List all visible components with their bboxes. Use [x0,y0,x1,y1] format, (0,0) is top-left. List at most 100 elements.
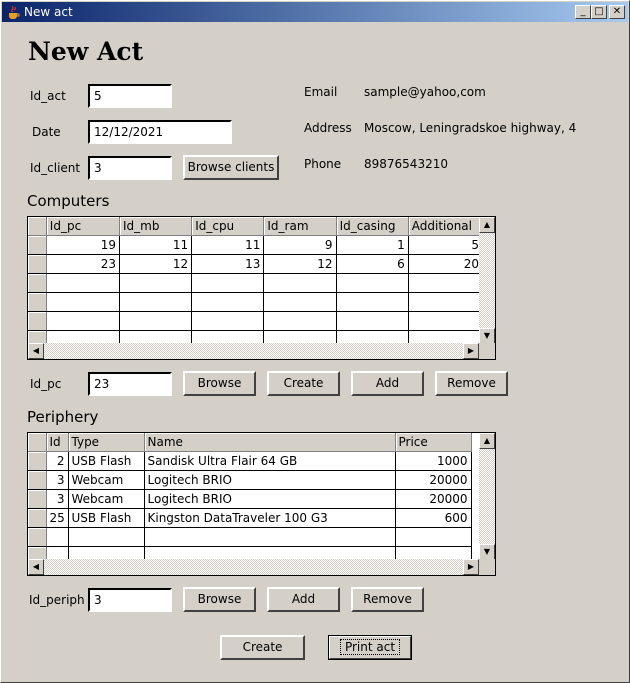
table-cell[interactable]: 3 [46,470,69,490]
row-header[interactable] [28,489,47,509]
remove-pc-button[interactable]: Remove [435,371,508,396]
browse-periph-button[interactable]: Browse [183,587,256,612]
scroll-right-icon[interactable]: ▶ [463,343,479,359]
row-header[interactable] [28,508,47,528]
table-cell[interactable]: 3 [46,489,69,509]
table-cell[interactable]: Webcam [68,470,145,490]
id-act-field[interactable]: 5 [88,84,172,108]
table-cell[interactable]: 1 [336,235,409,255]
close-button[interactable]: ✕ [609,5,625,19]
print-act-button[interactable]: Print act [328,635,412,660]
table-cell[interactable]: 6 [336,254,409,274]
id-pc-field[interactable]: 23 [88,372,172,396]
table-row-empty[interactable] [28,527,472,547]
table-row[interactable]: 3 Webcam Logitech BRIO 20000 [28,489,472,509]
table-cell[interactable]: Webcam [68,489,145,509]
scroll-right-icon[interactable]: ▶ [463,559,479,575]
table-cell[interactable]: 20 [408,254,484,274]
id-client-label: Id_client [30,161,81,175]
create-pc-button[interactable]: Create [267,371,340,396]
scroll-corner [479,559,495,575]
computers-table[interactable]: Id_pc Id_mb Id_cpu Id_ram Id_casing Addi… [27,216,496,360]
table-cell[interactable]: 20000 [395,489,472,509]
new-act-window: New act _ □ ✕ New Act Id_act 5 Date 12/1… [0,0,630,683]
table-row[interactable]: 23 12 13 12 6 20 [28,254,484,274]
periphery-table[interactable]: Id Type Name Price 2 USB Flash Sandisk U… [27,432,496,576]
column-header[interactable]: Additional [408,217,484,236]
date-field[interactable]: 12/12/2021 [88,120,232,144]
table-cell[interactable]: 19 [46,235,121,255]
row-header[interactable] [28,470,47,490]
column-header[interactable]: Id_cpu [191,217,265,236]
periphery-horizontal-scrollbar[interactable]: ◀ ▶ [28,559,479,575]
table-row[interactable]: 25 USB Flash Kingston DataTraveler 100 G… [28,508,472,528]
close-icon: ✕ [612,6,622,17]
table-cell[interactable]: USB Flash [68,451,145,471]
row-header-corner [28,433,47,452]
computers-section-title: Computers [27,192,110,210]
browse-pc-button[interactable]: Browse [183,371,256,396]
table-cell[interactable]: 2 [46,451,69,471]
table-cell[interactable]: 9 [263,235,337,255]
scroll-down-icon[interactable]: ▼ [479,328,495,344]
table-cell[interactable]: USB Flash [68,508,145,528]
table-row-empty[interactable] [28,311,484,331]
table-row-empty[interactable] [28,292,484,312]
table-cell[interactable]: Sandisk Ultra Flair 64 GB [144,451,396,471]
scroll-left-icon[interactable]: ◀ [28,343,44,359]
title-bar[interactable]: New act _ □ ✕ [2,2,628,22]
scroll-left-icon[interactable]: ◀ [28,559,44,575]
scroll-up-icon[interactable]: ▲ [479,217,495,233]
column-header[interactable]: Id_ram [263,217,337,236]
id-client-field[interactable]: 3 [88,156,172,180]
table-row[interactable]: 19 11 11 9 1 5 [28,235,484,255]
table-cell[interactable]: 13 [191,254,265,274]
date-label: Date [32,125,61,139]
table-cell[interactable]: Kingston DataTraveler 100 G3 [144,508,396,528]
row-header[interactable] [28,254,47,274]
column-header[interactable]: Type [68,433,145,452]
table-cell[interactable]: Logitech BRIO [144,489,396,509]
table-cell[interactable]: 12 [119,254,193,274]
scroll-up-icon[interactable]: ▲ [479,433,495,449]
phone-label: Phone [304,157,342,171]
id-pc-label: Id_pc [30,377,62,391]
minimize-icon: _ [580,6,586,17]
table-row[interactable]: 3 Webcam Logitech BRIO 20000 [28,470,472,490]
scroll-down-icon[interactable]: ▼ [479,544,495,560]
table-cell[interactable]: 600 [395,508,472,528]
table-cell[interactable]: 11 [191,235,265,255]
table-cell[interactable]: 11 [119,235,193,255]
minimize-button[interactable]: _ [575,5,591,19]
table-cell[interactable]: 25 [46,508,69,528]
table-cell[interactable]: 12 [263,254,337,274]
table-cell[interactable]: 23 [46,254,121,274]
column-header[interactable]: Id_pc [46,217,121,236]
browse-clients-button[interactable]: Browse clients [183,155,279,180]
table-row[interactable]: 2 USB Flash Sandisk Ultra Flair 64 GB 10… [28,451,472,471]
table-row-empty[interactable] [28,273,484,293]
id-periph-label: Id_periph [29,593,85,607]
computers-horizontal-scrollbar[interactable]: ◀ ▶ [28,343,479,359]
id-periph-field[interactable]: 3 [88,588,172,612]
table-cell[interactable]: 1000 [395,451,472,471]
row-header[interactable] [28,451,47,471]
create-act-button[interactable]: Create [220,635,305,660]
periphery-vertical-scrollbar[interactable]: ▲ ▼ [479,433,495,560]
add-periph-button[interactable]: Add [267,587,340,612]
column-header[interactable]: Price [395,433,472,452]
add-pc-button[interactable]: Add [351,371,424,396]
column-header[interactable]: Id [46,433,69,452]
remove-periph-button[interactable]: Remove [351,587,424,612]
row-header[interactable] [28,235,47,255]
column-header[interactable]: Name [144,433,396,452]
table-cell[interactable]: 5 [408,235,484,255]
computers-vertical-scrollbar[interactable]: ▲ ▼ [479,217,495,344]
column-header[interactable]: Id_mb [119,217,193,236]
table-cell[interactable]: Logitech BRIO [144,470,396,490]
table-cell[interactable]: 20000 [395,470,472,490]
maximize-icon: □ [594,6,604,17]
column-header[interactable]: Id_casing [336,217,409,236]
row-header-corner [28,217,47,236]
maximize-button[interactable]: □ [591,5,607,19]
